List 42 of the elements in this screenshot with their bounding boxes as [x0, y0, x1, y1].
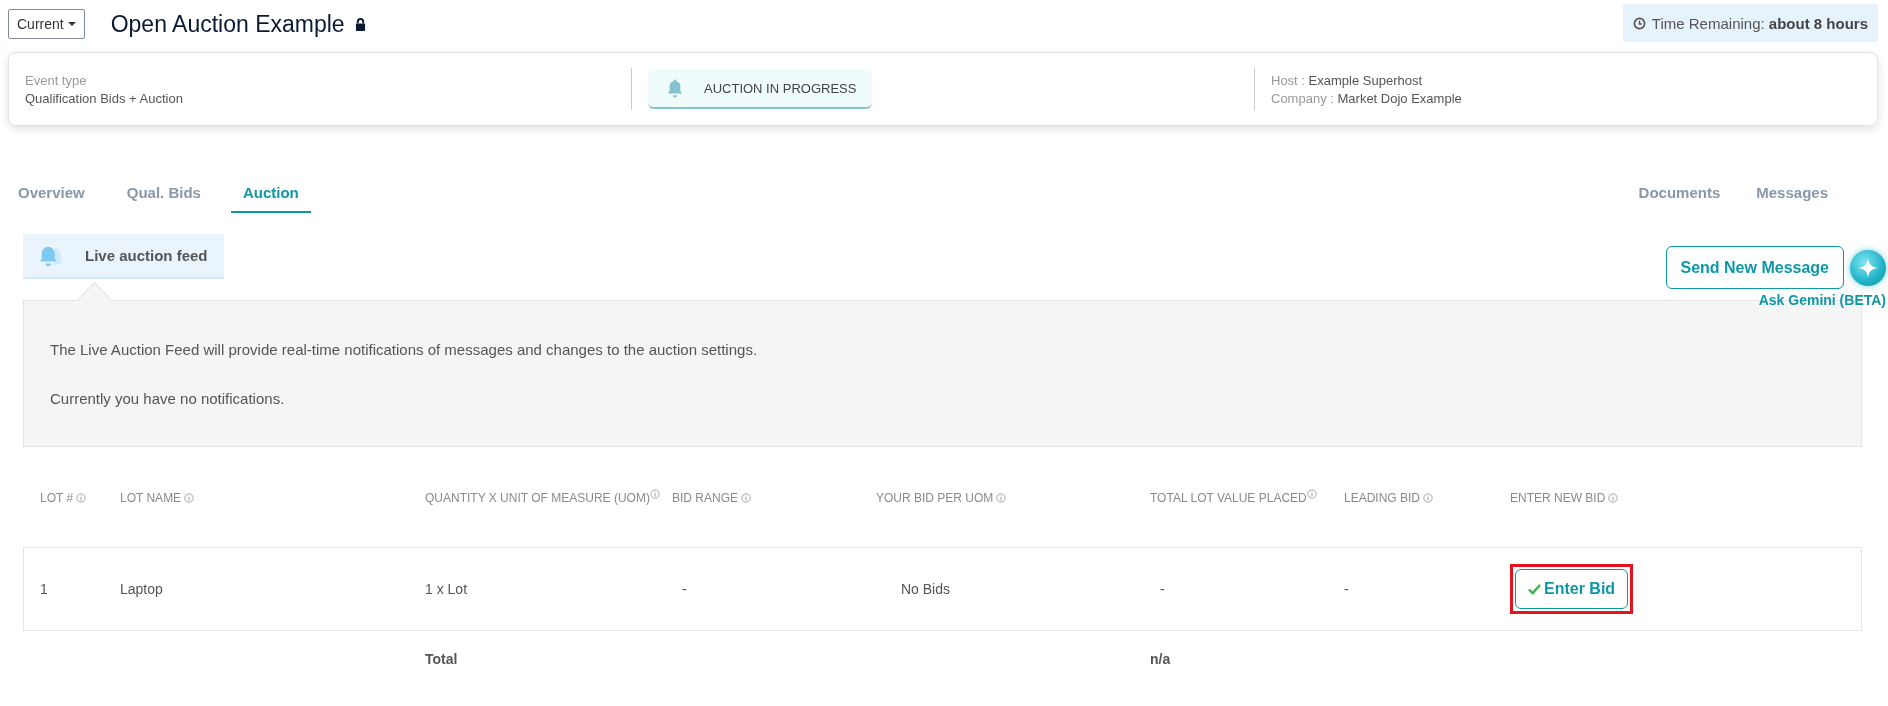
feed-message: The Live Auction Feed will provide real-time notifications of messages and changes to the auction settings.: [50, 340, 759, 358]
table-cell: -: [1344, 581, 1349, 597]
table-cell: 1: [40, 581, 48, 597]
column-header: BID RANGE: [672, 490, 738, 507]
column-header: QUANTITY X UNIT OF MEASURE (UOM): [425, 490, 650, 507]
company-text: Company : Market Dojo Example: [1271, 90, 1463, 106]
column-header: LOT #: [40, 490, 74, 507]
enter-bid-button[interactable]: Enter Bid: [1515, 569, 1629, 609]
clock-icon: [1632, 16, 1646, 30]
page-title: Open Auction Example: [110, 10, 345, 38]
event-type-value: Qualification Bids + Auction: [25, 90, 184, 106]
table-cell: -: [682, 581, 687, 597]
table-cell: 1 x Lot: [425, 581, 468, 597]
table-cell: No Bids: [901, 581, 951, 597]
feed-message: Currently you have no notifications.: [50, 389, 286, 407]
tab[interactable]: Auction: [230, 173, 311, 213]
time-remaining-text: Time Remaining: about 8 hours: [1651, 14, 1868, 32]
tab[interactable]: Qual. Bids: [114, 173, 213, 213]
send-message-button[interactable]: Send New Message: [1665, 246, 1844, 289]
total-value: n/a: [1150, 651, 1171, 667]
feed-tab[interactable]: Live auction feed: [23, 234, 224, 279]
column-header: ENTER NEW BID: [1510, 490, 1606, 507]
column-header: YOUR BID PER UOM: [876, 490, 994, 507]
version-dropdown[interactable]: Current: [8, 9, 85, 39]
status-text: AUCTION IN PROGRESS: [704, 80, 857, 96]
feed-tab-label: Live auction feed: [85, 247, 208, 264]
event-type-label: Event type: [25, 72, 88, 88]
column-header: LOT NAME: [120, 490, 182, 507]
assistant-label[interactable]: Ask Gemini (BETA): [1758, 292, 1886, 308]
column-header: TOTAL LOT VALUE PLACED: [1150, 490, 1307, 507]
total-label: Total: [425, 651, 458, 667]
caret-icon: [67, 22, 76, 26]
check-icon: [1528, 583, 1541, 595]
table-cell: -: [1160, 581, 1165, 597]
tab[interactable]: Messages: [1744, 173, 1840, 213]
host-text: Host : Example Superhost: [1271, 72, 1424, 88]
table-cell: Laptop: [120, 581, 163, 597]
bell-icon: [666, 78, 684, 98]
assistant-orb-icon[interactable]: [1850, 250, 1886, 286]
tab[interactable]: Overview: [6, 173, 97, 213]
column-header: LEADING BID: [1344, 490, 1421, 507]
tab[interactable]: Documents: [1626, 173, 1733, 213]
